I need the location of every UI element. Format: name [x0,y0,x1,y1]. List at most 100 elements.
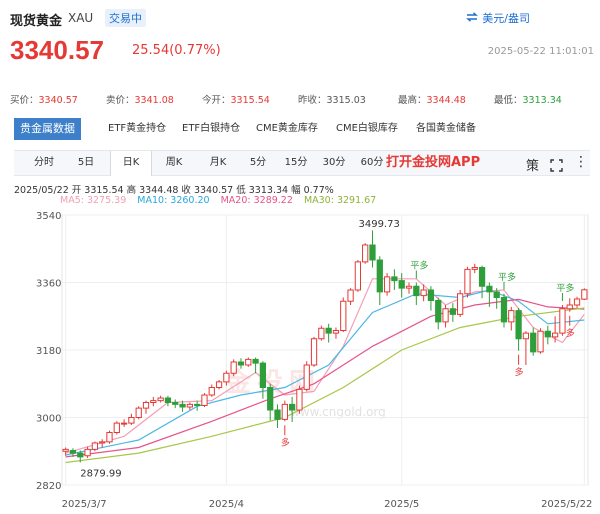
candle-body [62,448,69,452]
open-value: 3315.54 [230,95,270,106]
trading-status-badge: 交易中 [105,9,146,27]
ask-quote: 卖价：3341.08 [106,92,174,106]
period-30min[interactable]: 30分 [316,151,352,175]
x-tick-label: 2025/3/7 [62,499,107,510]
period-weekly-k[interactable]: 周K [154,151,194,175]
more-vertical-icon[interactable]: ⋮ [574,154,588,170]
period-monthly-k[interactable]: 月K [198,151,238,175]
candle-body [69,450,77,454]
tab-etf-gold-holdings[interactable]: ETF黄金持仓 [108,118,166,140]
candle-body [179,403,186,408]
ma30-line [65,307,585,464]
tab-cme-gold-stocks[interactable]: CME黄金库存 [256,118,318,140]
candle-body [362,244,369,263]
candle-body [573,298,581,306]
candle-body [537,330,544,353]
candle-body [522,332,530,340]
signal-long: 多 [281,436,290,448]
open-app-link[interactable]: 打开金投网APP [386,151,480,175]
period-intraday[interactable]: 分时 [24,151,64,175]
low-label: 最低： [494,95,523,106]
prev-close-quote: 昨收：3315.03 [298,92,366,106]
bid-value: 3340.57 [38,95,78,106]
candle-body [106,432,113,443]
candle-body [201,394,208,406]
candle-body [245,358,252,366]
candle-body [413,285,420,297]
prev-close-label: 昨收： [298,95,327,106]
candle-body [113,422,120,433]
swap-icon [466,12,480,25]
candle-body [391,276,398,282]
candle-body [325,327,332,334]
candle-body [91,442,99,450]
candle-body [566,304,573,310]
instrument-title: 现货黄金 [10,14,63,29]
tab-etf-silver-holdings[interactable]: ETF白银持仓 [182,118,240,140]
candle-body [230,361,237,374]
open-label: 今开： [202,95,231,106]
last-price: 3340.57 [10,35,104,65]
candle-body [274,409,281,420]
candle-body [486,285,493,293]
period-daily-k[interactable]: 日K [110,151,152,176]
candle-body [208,387,215,396]
period-15min[interactable]: 15分 [278,151,314,175]
bid-quote: 买价：3340.57 [10,92,78,106]
candle-body [77,452,84,458]
y-tick-label: 3540 [36,211,61,222]
max-price-label: 3499.73 [358,219,399,230]
candle-body [84,448,91,457]
fullscreen-icon[interactable] [550,157,563,172]
candle-body [405,285,413,289]
candle-body [223,372,230,383]
candle-body [449,308,456,315]
candle-body [157,397,164,402]
candle-body [194,403,201,406]
y-tick-label: 3180 [36,346,61,357]
header: 现货黄金 XAU 交易中 美元/盎司 [10,8,590,30]
quote-timestamp: 2025-05-22 11:01:01 [487,46,594,57]
candle-body [471,267,478,270]
candle-body [288,403,296,411]
candle-body [164,397,172,403]
candle-body [347,289,354,302]
candle-body [508,310,515,323]
candle-body [120,422,128,425]
candle-body [551,332,559,338]
candle-body [332,330,340,334]
candle-body [296,388,303,411]
unit-switch-label: 美元/盎司 [482,12,530,25]
candle-body [457,293,464,315]
tab-precious-metals-data[interactable]: 贵金属数据 [14,118,81,140]
x-tick-label: 2025/4 [209,499,244,510]
signal-close-long: 平多 [556,282,574,294]
data-tabs: 贵金属数据 ETF黄金持仓 ETF白银持仓 CME黄金库存 CME白银库存 各国… [14,118,590,140]
kline-chart[interactable]: 3540 3360 3180 3000 28202025/3/7 2025/4 2025/5… [0,205,600,514]
signal-long: 多 [515,366,524,378]
high-value: 3344.48 [426,95,466,106]
ma20-line [65,298,585,458]
low-quote: 最低：3313.34 [494,92,562,106]
price-change: 25.54(0.77%) [132,43,221,58]
tab-national-gold-reserves[interactable]: 各国黄金储备 [416,118,476,140]
candle-body [186,403,193,408]
period-5min[interactable]: 5分 [240,151,276,175]
candle-body [237,361,245,366]
candle-body [383,276,391,293]
tab-cme-silver-stocks[interactable]: CME白银库存 [336,118,398,140]
candle-body [376,259,383,293]
candle-body [354,261,362,291]
period-60min[interactable]: 60分 [354,151,390,175]
candle-body [369,244,376,261]
ask-label: 卖价： [106,95,135,106]
candle-body [493,291,500,298]
y-tick-label: 3000 [36,414,61,425]
strategy-icon[interactable]: 策 [526,155,539,174]
instrument-code: XAU [68,11,94,25]
candle-body [420,289,427,297]
unit-switch-button[interactable]: 美元/盎司 [466,10,530,26]
candle-body [303,364,310,390]
period-5day[interactable]: 5日 [66,151,106,175]
candle-body [581,289,588,300]
